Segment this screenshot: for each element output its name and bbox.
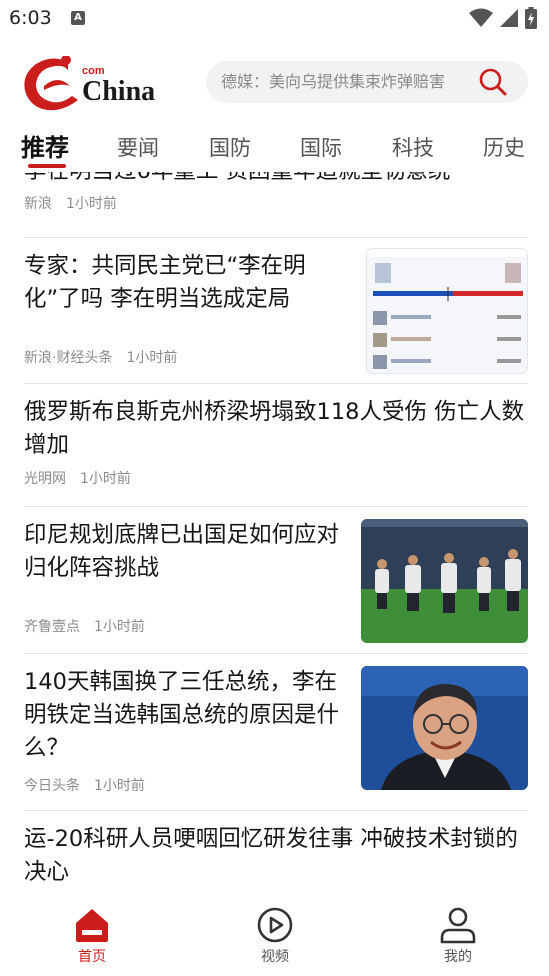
politician-portrait-photo xyxy=(361,666,528,790)
news-item[interactable]: 李在明当过6年童工 贯困童年造就坚韧意统 新浪 1小时前 xyxy=(24,172,528,213)
news-source: 光明网 xyxy=(24,471,66,487)
search-icon[interactable] xyxy=(478,67,508,97)
news-item[interactable]: 运-20科研人员哽咽回忆研发往事 冲破技术封锁的决心 xyxy=(24,823,528,889)
news-item[interactable]: 俄罗斯布良斯克州桥梁坍塌致118人受伤 伤亡人数增加 光明网 1小时前 xyxy=(24,396,528,488)
tab-defense[interactable]: 国防 xyxy=(209,124,251,172)
nav-profile-label: 我的 xyxy=(444,949,472,965)
battery-charging-icon xyxy=(525,7,537,29)
nav-home-label: 首页 xyxy=(78,949,106,965)
status-icons xyxy=(469,7,537,29)
bottom-navigation: 首页 视频 我的 xyxy=(0,894,549,976)
news-time: 1小时前 xyxy=(126,350,178,366)
channel-tabs: 推荐 要闻 国防 国际 科技 历史 xyxy=(0,124,549,172)
news-title: 印尼规划底牌已出国足如何应对 归化阵容挑战 xyxy=(24,522,340,581)
news-item[interactable]: 印尼规划底牌已出国足如何应对 归化阵容挑战 齐鲁壹点 1小时前 xyxy=(24,519,528,643)
tab-international[interactable]: 国际 xyxy=(300,124,342,172)
news-title: 俄罗斯布良斯克州桥梁坍塌致118人受伤 伤亡人数增加 xyxy=(24,399,525,458)
divider xyxy=(24,810,528,811)
news-feed: 李在明当过6年童工 贯困童年造就坚韧意统 新浪 1小时前 专家：共同民主党已“李在… xyxy=(0,172,549,894)
news-meta: 新浪 1小时前 xyxy=(24,193,528,213)
tab-technology[interactable]: 科技 xyxy=(392,124,434,172)
divider xyxy=(24,237,528,238)
news-meta: 齐鲁壹点 1小时前 xyxy=(24,616,145,636)
tab-history[interactable]: 历史 xyxy=(483,124,525,172)
home-icon xyxy=(76,909,108,942)
election-result-chart-image xyxy=(366,248,528,374)
news-meta: 光明网 1小时前 xyxy=(24,468,528,488)
news-title: 李在明当过6年童工 贯困童年造就坚韧意统 xyxy=(24,172,528,188)
divider xyxy=(24,506,528,507)
nav-home[interactable]: 首页 xyxy=(52,906,132,966)
divider xyxy=(24,383,528,384)
football-training-photo xyxy=(361,519,528,643)
video-play-icon xyxy=(257,907,293,943)
nav-video-label: 视频 xyxy=(261,949,289,965)
logo-china-text: China xyxy=(82,76,155,107)
nav-video[interactable]: 视频 xyxy=(235,906,315,966)
tab-headlines[interactable]: 要闻 xyxy=(117,124,159,172)
news-source: 新浪·财经头条 xyxy=(24,350,113,366)
search-placeholder: 德媒：美向乌提供集束炸弹赔害 xyxy=(221,72,446,91)
nav-profile[interactable]: 我的 xyxy=(418,906,498,966)
logo-mark: com China xyxy=(24,55,155,111)
news-item[interactable]: 专家：共同民主党已“李在明化”了吗 李在明当选成定局 新浪·财经头条 1小时前 xyxy=(24,248,528,374)
news-time: 1小时前 xyxy=(66,196,117,212)
status-bar: 6:03 A xyxy=(0,0,549,38)
news-meta: 新浪·财经头条 1小时前 xyxy=(24,347,177,367)
search-bar[interactable]: 德媒：美向乌提供集束炸弹赔害 xyxy=(206,61,528,103)
news-time: 1小时前 xyxy=(94,778,145,794)
china-com-logo[interactable]: com China xyxy=(22,55,162,112)
news-time: 1小时前 xyxy=(94,619,145,635)
app-notification-icon: A xyxy=(71,11,85,25)
news-title: 140天韩国换了三任总统，李在明铁定当选韩国总统的原因是什么？ xyxy=(24,669,340,761)
wifi-icon xyxy=(469,8,493,27)
active-tab-indicator xyxy=(28,164,66,168)
news-source: 新浪 xyxy=(24,196,52,212)
app-header: com China 德媒：美向乌提供集束炸弹赔害 xyxy=(0,50,549,116)
divider xyxy=(24,653,528,654)
user-icon xyxy=(440,907,476,944)
news-source: 今日头条 xyxy=(24,778,80,794)
status-time: 6:03 xyxy=(9,7,52,29)
news-meta: 今日头条 1小时前 xyxy=(24,775,145,795)
news-source: 齐鲁壹点 xyxy=(24,619,80,635)
news-title: 运-20科研人员哽咽回忆研发往事 冲破技术封锁的决心 xyxy=(24,826,518,885)
news-title: 专家：共同民主党已“李在明化”了吗 李在明当选成定局 xyxy=(24,253,306,312)
news-item[interactable]: 140天韩国换了三任总统，李在明铁定当选韩国总统的原因是什么？ 今日头条 1小时前 xyxy=(24,666,528,794)
signal-icon xyxy=(500,9,518,27)
news-time: 1小时前 xyxy=(80,471,131,487)
